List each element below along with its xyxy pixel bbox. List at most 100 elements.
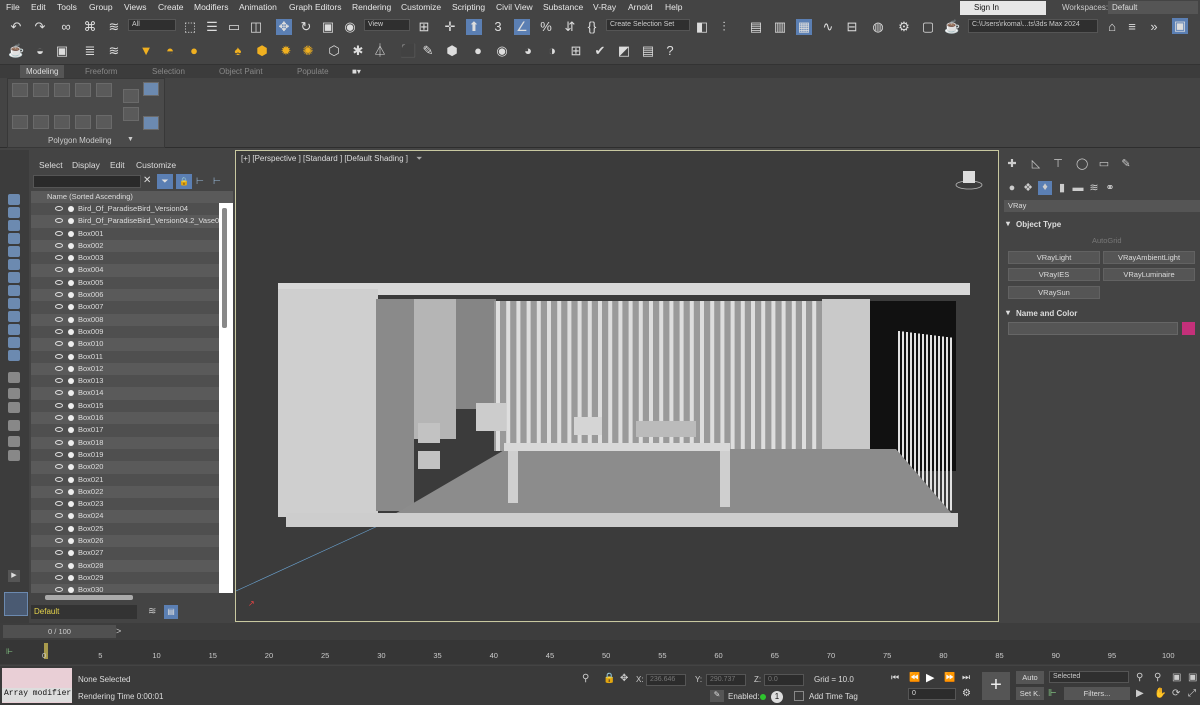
goto-end-icon[interactable]: ⏭ xyxy=(962,672,970,683)
maximize-viewport-icon[interactable]: ⤢ xyxy=(1188,688,1196,699)
pivot-center-icon[interactable]: ⊞ xyxy=(416,19,432,35)
geometry-icon[interactable]: ● xyxy=(1006,182,1018,194)
tab-object-paint[interactable]: Object Paint xyxy=(219,67,263,76)
angle-snap-icon[interactable]: ∠ xyxy=(514,19,530,35)
lights-icon[interactable]: ♦ xyxy=(1038,181,1052,195)
freeze-dot-icon[interactable] xyxy=(68,316,74,323)
goto-start-icon[interactable]: ⏮ xyxy=(891,672,899,683)
menu-help[interactable]: Help xyxy=(665,2,682,12)
play-icon[interactable]: ▶ xyxy=(926,671,934,684)
poly-button-5[interactable] xyxy=(96,83,112,97)
vray-fur-icon[interactable]: ✱ xyxy=(350,43,366,59)
poly-button-7[interactable] xyxy=(33,115,49,129)
motion-tab-icon[interactable]: ◯ xyxy=(1076,158,1088,170)
adaptive-degradation-icon[interactable]: 1 xyxy=(771,691,783,703)
zoom-extents-icon[interactable]: ▣ xyxy=(1172,672,1181,683)
list-item[interactable]: Box021 xyxy=(31,473,219,486)
vray-mtl-converter-icon[interactable]: ⊞ xyxy=(568,43,584,59)
freeze-dot-icon[interactable] xyxy=(68,587,74,593)
percent-snap-icon[interactable]: % xyxy=(538,19,554,35)
redo-icon[interactable]: ↷ xyxy=(32,19,48,35)
menu-group[interactable]: Group xyxy=(89,2,113,12)
menu-views[interactable]: Views xyxy=(124,2,147,12)
named-selection-set-dropdown[interactable]: Create Selection Set xyxy=(606,19,690,31)
freeze-dot-icon[interactable] xyxy=(68,255,74,262)
poly-button-4[interactable] xyxy=(75,83,91,97)
vray-mesh-light-icon[interactable]: ⬢ xyxy=(254,43,270,59)
visibility-eye-icon[interactable] xyxy=(55,328,63,334)
freeze-dot-icon[interactable] xyxy=(68,353,74,360)
list-item[interactable]: Box020 xyxy=(31,461,219,474)
visibility-eye-icon[interactable] xyxy=(55,574,63,580)
chevron-down-icon[interactable]: ▼ xyxy=(127,136,134,143)
vray-dome-light-icon[interactable]: ◓ xyxy=(162,43,178,59)
render-production-icon[interactable]: ☕ xyxy=(944,19,960,35)
display-groups-icon[interactable] xyxy=(8,285,20,296)
freeze-dot-icon[interactable] xyxy=(68,501,74,508)
freeze-dot-icon[interactable] xyxy=(68,402,74,409)
visibility-eye-icon[interactable] xyxy=(55,415,63,421)
display-invert-icon[interactable] xyxy=(8,402,20,413)
edit-named-selection-icon[interactable]: {} xyxy=(584,19,600,35)
selection-filter-dropdown[interactable]: All xyxy=(128,19,176,31)
toggle-ribbon-icon[interactable]: ▦ xyxy=(796,19,812,35)
poly-button-1[interactable] xyxy=(12,83,28,97)
vraysun-button[interactable]: VRaySun xyxy=(1008,286,1100,299)
visibility-eye-icon[interactable] xyxy=(55,501,63,507)
previous-frame-icon[interactable]: ⏪ xyxy=(909,672,920,683)
visibility-eye-icon[interactable] xyxy=(55,341,63,347)
zoom-extents-all-icon[interactable]: ▣ xyxy=(1188,672,1197,683)
visibility-eye-icon[interactable] xyxy=(55,267,63,273)
menu-vray[interactable]: V-Ray xyxy=(593,2,616,12)
keyboard-shortcut-override-icon[interactable]: ⬆ xyxy=(466,19,482,35)
snaps-toggle-icon[interactable]: 3 xyxy=(490,19,506,35)
list-item[interactable]: Box018 xyxy=(31,436,219,449)
list-item[interactable]: Bird_Of_ParadiseBird_Version04.2_Vase00 xyxy=(31,215,219,228)
visibility-eye-icon[interactable] xyxy=(55,390,63,396)
vray-properties-icon[interactable]: ◑ xyxy=(544,43,560,59)
display-none-toggle-icon[interactable] xyxy=(8,388,20,399)
sort-icon[interactable]: ▤ xyxy=(164,605,178,619)
freeze-dot-icon[interactable] xyxy=(68,267,74,274)
bind-spacewarp-icon[interactable]: ≋ xyxy=(106,19,122,35)
freeze-dot-icon[interactable] xyxy=(68,304,74,311)
sign-in-dropdown[interactable]: Sign In xyxy=(960,1,1046,15)
reference-coordinate-dropdown[interactable]: View xyxy=(364,19,410,31)
cameras-icon[interactable]: ▮ xyxy=(1056,182,1068,194)
visibility-eye-icon[interactable] xyxy=(55,279,63,285)
systems-icon[interactable]: ⚭ xyxy=(1104,182,1116,194)
display-geometry-icon[interactable] xyxy=(8,207,20,218)
column-header[interactable]: Name (Sorted Ascending) xyxy=(31,191,233,203)
schematic-view-icon[interactable]: ⊟ xyxy=(844,19,860,35)
pan-icon[interactable]: ✋ xyxy=(1154,688,1166,699)
freeze-dot-icon[interactable] xyxy=(68,378,74,385)
list-item[interactable]: Box028 xyxy=(31,559,219,572)
hierarchy-expand-icon[interactable]: ⊢ xyxy=(213,176,221,187)
display-xrefs-icon[interactable] xyxy=(8,298,20,309)
menu-rendering[interactable]: Rendering xyxy=(352,2,391,12)
lock-icon[interactable]: 🔒 xyxy=(176,174,192,189)
ribbon-options-icon[interactable]: ■▾ xyxy=(352,67,361,76)
list-item[interactable]: Box003 xyxy=(31,252,219,265)
track-bar[interactable] xyxy=(0,640,1200,664)
visibility-eye-icon[interactable] xyxy=(55,587,63,593)
freeze-dot-icon[interactable] xyxy=(68,476,74,483)
rotate-icon[interactable]: ↻ xyxy=(298,19,314,35)
menu-substance[interactable]: Substance xyxy=(543,2,583,12)
hierarchy-icon[interactable]: ⊢ xyxy=(196,176,204,187)
list-hscrollbar[interactable] xyxy=(45,595,133,600)
visibility-eye-icon[interactable] xyxy=(55,451,63,457)
list-item[interactable]: Box025 xyxy=(31,522,219,536)
menu-graph-editors[interactable]: Graph Editors xyxy=(289,2,341,12)
poly-button-14[interactable] xyxy=(143,116,159,130)
vray-sphere-light-icon[interactable]: ● xyxy=(186,43,202,59)
key-filter-dropdown[interactable]: Selected xyxy=(1049,671,1129,683)
display-helpers-icon[interactable] xyxy=(8,259,20,270)
filter-funnel-icon[interactable] xyxy=(8,420,20,431)
explorer-menu-select[interactable]: Select xyxy=(39,160,63,170)
freeze-dot-icon[interactable] xyxy=(68,464,74,471)
visibility-eye-icon[interactable] xyxy=(55,316,63,322)
tab-populate[interactable]: Populate xyxy=(297,67,329,76)
align-icon[interactable]: ⫶ xyxy=(716,19,732,35)
menu-modifiers[interactable]: Modifiers xyxy=(194,2,228,12)
